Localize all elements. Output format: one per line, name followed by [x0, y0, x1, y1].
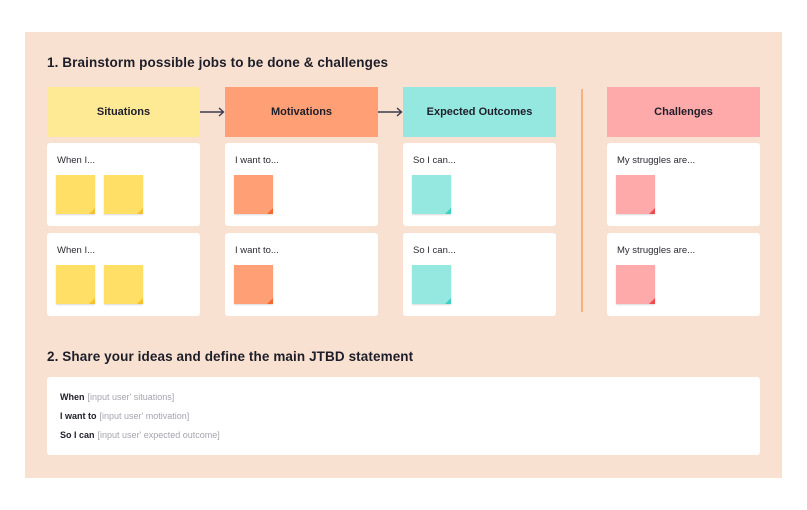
card-label: My struggles are... — [617, 245, 696, 256]
sticky-fold-corner — [445, 298, 451, 304]
sticky-fold-corner — [267, 298, 273, 304]
statement-line-can: So I can [input user' expected outcome] — [60, 430, 220, 440]
sticky-note[interactable] — [616, 265, 655, 304]
sticky-note[interactable] — [234, 265, 273, 304]
sticky-note[interactable] — [234, 175, 273, 214]
statement-placeholder[interactable]: [input user' motivation] — [100, 411, 190, 421]
statement-placeholder[interactable]: [input user' situations] — [88, 392, 175, 402]
statement-key: When — [60, 392, 85, 402]
sticky-note[interactable] — [56, 265, 95, 304]
statement-line-when: When [input user' situations] — [60, 392, 174, 402]
brainstorm-card[interactable]: When I... — [47, 233, 200, 316]
jtbd-statement-box[interactable]: When [input user' situations] I want to [i… — [47, 377, 760, 455]
brainstorm-card[interactable]: When I... — [47, 143, 200, 226]
card-label: When I... — [57, 245, 96, 256]
card-label: I want to... — [235, 245, 279, 256]
card-label: When I... — [57, 155, 96, 166]
statement-line-want: I want to [input user' motivation] — [60, 411, 189, 421]
arrow-right-icon — [378, 107, 403, 117]
brainstorm-card[interactable]: So I can... — [403, 233, 556, 316]
sticky-fold-corner — [137, 298, 143, 304]
sticky-note[interactable] — [104, 265, 143, 304]
sticky-fold-corner — [137, 208, 143, 214]
sticky-fold-corner — [89, 298, 95, 304]
brainstorm-card[interactable]: I want to... — [225, 143, 378, 226]
brainstorm-card[interactable]: My struggles are... — [607, 143, 760, 226]
sticky-fold-corner — [267, 208, 273, 214]
sticky-note[interactable] — [104, 175, 143, 214]
statement-placeholder[interactable]: [input user' expected outcome] — [98, 430, 220, 440]
column-divider — [581, 89, 583, 312]
brainstorm-card[interactable]: My struggles are... — [607, 233, 760, 316]
card-label: I want to... — [235, 155, 279, 166]
column-header-situations[interactable]: Situations — [47, 87, 200, 137]
sticky-fold-corner — [649, 298, 655, 304]
column-header-expected-outcomes[interactable]: Expected Outcomes — [403, 87, 556, 137]
sticky-fold-corner — [445, 208, 451, 214]
statement-key: So I can — [60, 430, 95, 440]
card-label: My struggles are... — [617, 155, 696, 166]
arrow-right-icon — [200, 107, 225, 117]
section-2-title: 2. Share your ideas and define the main … — [47, 349, 414, 364]
brainstorm-card[interactable]: I want to... — [225, 233, 378, 316]
section-1-title: 1. Brainstorm possible jobs to be done &… — [47, 55, 389, 70]
statement-key: I want to — [60, 411, 97, 421]
sticky-note[interactable] — [412, 175, 451, 214]
column-header-motivations[interactable]: Motivations — [225, 87, 378, 137]
card-label: So I can... — [413, 245, 456, 256]
card-label: So I can... — [413, 155, 456, 166]
sticky-note[interactable] — [412, 265, 451, 304]
sticky-fold-corner — [89, 208, 95, 214]
brainstorm-card[interactable]: So I can... — [403, 143, 556, 226]
sticky-note[interactable] — [56, 175, 95, 214]
column-header-challenges[interactable]: Challenges — [607, 87, 760, 137]
sticky-fold-corner — [649, 208, 655, 214]
sticky-note[interactable] — [616, 175, 655, 214]
